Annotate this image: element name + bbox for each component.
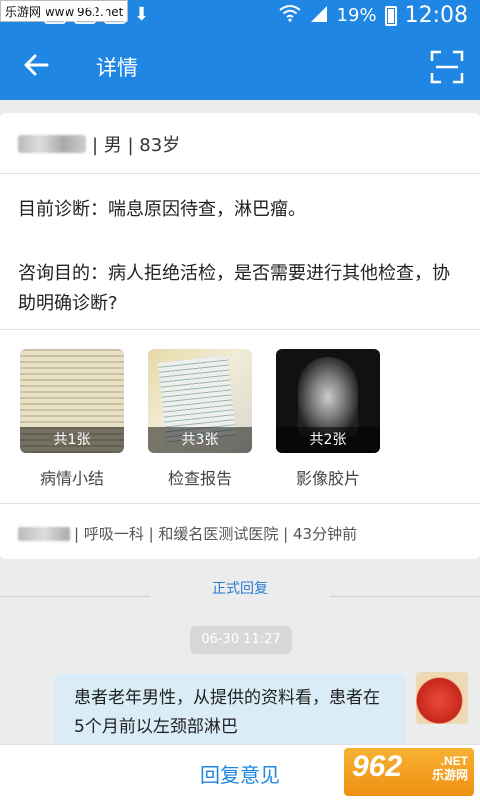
divider: [0, 503, 480, 504]
notification-app-icon: [44, 6, 66, 24]
divider: [0, 329, 480, 330]
signal-icon: [309, 4, 329, 27]
attachment-label: 检查报告: [167, 469, 232, 488]
app-header: 详情: [0, 34, 480, 100]
attachment-imaging[interactable]: 共2张 影像胶片: [276, 349, 380, 489]
logo-number: 962: [352, 750, 403, 783]
divider: [0, 173, 480, 174]
clock: 12:08: [404, 3, 468, 28]
meta-text: | 呼吸一科 | 和缓名医测试医院 | 43分钟前: [74, 525, 358, 543]
back-arrow-icon[interactable]: [18, 50, 54, 86]
page-title: 详情: [96, 56, 138, 80]
attachment-count: 共2张: [276, 427, 380, 453]
status-right: 19% 12:08: [278, 3, 468, 28]
consultation-card: | 男 | 83岁 目前诊断：喘息原因待查，淋巴瘤。 咨询目的：病人拒绝活检，是…: [0, 113, 480, 559]
patient-gender-age: | 男 | 83岁: [92, 135, 181, 156]
battery-percent: 19%: [336, 5, 377, 26]
consultation-purpose: 咨询目的：病人拒绝活检，是否需要进行其他检查，协助明确诊断?: [18, 263, 450, 314]
attachment-summary[interactable]: 共1张 病情小结: [20, 349, 124, 489]
scan-icon[interactable]: [430, 50, 464, 84]
attachment-count: 共1张: [20, 427, 124, 453]
download-icon: ⬇: [134, 4, 150, 25]
wifi-icon: [278, 4, 301, 27]
attachment-list: 共1张 病情小结 共3张 检查报告 共2张 影像胶片: [20, 349, 380, 489]
battery-icon: [384, 5, 397, 26]
consultation-meta: | 呼吸一科 | 和缓名医测试医院 | 43分钟前: [18, 523, 357, 544]
attachment-label: 影像胶片: [295, 469, 360, 488]
status-bar: 乐游网 www.962.net ⬇ 19% 12:08: [0, 0, 480, 34]
avatar[interactable]: [416, 672, 468, 724]
attachment-report[interactable]: 共3张 检查报告: [148, 349, 252, 489]
notification-app-icon: [74, 6, 96, 24]
notification-app-icon: [104, 6, 126, 24]
current-diagnosis: 目前诊断：喘息原因待查，淋巴瘤。: [18, 199, 306, 220]
attachment-thumbnail[interactable]: 共2张: [276, 349, 380, 453]
attachment-thumbnail[interactable]: 共3张: [148, 349, 252, 453]
attachment-thumbnail[interactable]: 共1张: [20, 349, 124, 453]
site-logo: 962 .NET 乐游网: [344, 748, 474, 796]
logo-text: .NET 乐游网: [431, 754, 468, 782]
attachment-label: 病情小结: [39, 469, 104, 488]
doctor-name-redacted: [18, 526, 70, 541]
formal-reply-label: 正式回复: [0, 578, 480, 598]
patient-name-redacted: [18, 135, 86, 153]
message-timestamp: 06-30 11:27: [190, 626, 292, 654]
notification-icons: ⬇: [44, 6, 149, 24]
reply-message-bubble[interactable]: 患者老年男性，从提供的资料看，患者在5个月前以左颈部淋巴: [54, 674, 406, 750]
patient-info: | 男 | 83岁: [18, 131, 180, 157]
attachment-count: 共3张: [148, 427, 252, 453]
